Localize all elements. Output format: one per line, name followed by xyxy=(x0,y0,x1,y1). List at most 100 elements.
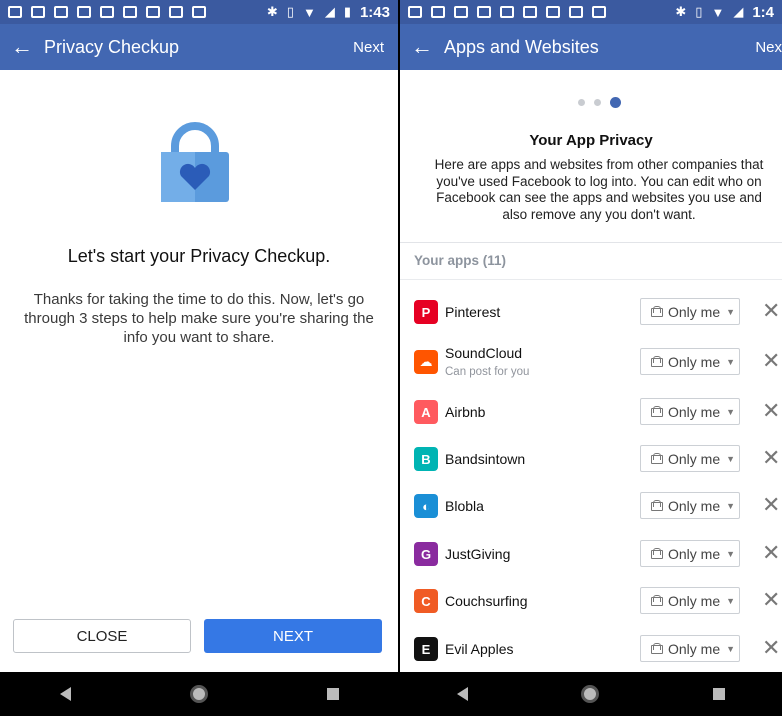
app-row: C Couchsurfing Only me ▼ ✕ xyxy=(400,578,782,625)
audience-selector[interactable]: Only me ▼ xyxy=(640,587,740,614)
chevron-down-icon: ▼ xyxy=(726,500,736,511)
lock-icon xyxy=(651,306,663,317)
arrow-left-icon[interactable]: ← xyxy=(0,34,44,60)
accessibility-icon xyxy=(592,6,606,18)
nav-home-icon[interactable] xyxy=(189,685,208,703)
nav-home-icon[interactable] xyxy=(581,685,600,703)
audience-selector[interactable]: Only me ▼ xyxy=(640,398,740,425)
status-bar: ✱ ▯ ▼ ◢ 1:4 xyxy=(400,0,782,24)
app-permission-note: Can post for you xyxy=(445,366,530,378)
audience-selector[interactable]: Only me ▼ xyxy=(640,298,740,325)
section-description: Here are apps and websites from other co… xyxy=(434,157,764,222)
next-link[interactable]: Next xyxy=(353,39,398,56)
wifi-icon: ▼ xyxy=(711,4,725,20)
vibrate-icon: ▯ xyxy=(695,4,703,19)
system-nav-bar xyxy=(400,672,782,716)
chevron-down-icon: ▼ xyxy=(726,453,736,464)
image-icon xyxy=(54,6,68,18)
audience-label: Only me xyxy=(668,450,721,467)
progress-dot xyxy=(578,99,585,106)
close-icon[interactable]: ✕ xyxy=(762,542,780,564)
app-row: G JustGiving Only me ▼ ✕ xyxy=(400,531,782,578)
next-button[interactable]: NEXT xyxy=(204,619,382,653)
close-icon[interactable]: ✕ xyxy=(762,494,780,516)
bluetooth-icon: ✱ xyxy=(266,4,278,19)
lock-icon xyxy=(161,122,229,202)
app-logo-icon: ◐ xyxy=(414,494,438,518)
privacy-checkup-screen: ✱ ▯ ▼ ◢ ▮ 1:43 ← Privacy Checkup Next Le… xyxy=(0,0,398,716)
app-name: Airbnb xyxy=(445,404,486,420)
chevron-down-icon: ▼ xyxy=(726,643,736,654)
close-button[interactable]: CLOSE xyxy=(13,619,191,653)
app-logo-icon: ☁ xyxy=(414,350,438,374)
nav-back-icon[interactable] xyxy=(59,687,71,701)
settings-icon xyxy=(569,6,583,18)
system-nav-bar xyxy=(0,672,398,716)
chevron-down-icon: ▼ xyxy=(726,306,736,317)
app-logo-icon: P xyxy=(414,300,438,324)
app-name: Blobla xyxy=(445,498,484,514)
progress-dots xyxy=(578,97,621,108)
signal-icon: ◢ xyxy=(733,4,744,19)
app-logo-icon: G xyxy=(414,542,438,566)
lock-icon xyxy=(651,453,663,464)
section-title: Your App Privacy xyxy=(529,132,653,149)
divider xyxy=(400,279,782,280)
close-icon[interactable]: ✕ xyxy=(762,350,780,372)
app-name: SoundCloud xyxy=(445,345,523,361)
audience-selector[interactable]: Only me ▼ xyxy=(640,492,740,519)
nav-back-icon[interactable] xyxy=(456,687,468,701)
arrow-left-icon[interactable]: ← xyxy=(400,34,444,60)
status-time: 1:43 xyxy=(359,3,390,21)
chevron-down-icon: ▼ xyxy=(726,356,736,367)
audience-selector[interactable]: Only me ▼ xyxy=(640,348,740,375)
bluetooth-icon: ✱ xyxy=(675,4,687,19)
chevron-down-icon: ▼ xyxy=(726,406,736,417)
progress-dot-active xyxy=(610,97,621,108)
status-time: 1:4 xyxy=(752,3,774,21)
chevron-down-icon: ▼ xyxy=(726,595,736,606)
intro-text: Thanks for taking the time to do this. N… xyxy=(24,291,374,346)
lock-icon xyxy=(651,500,663,511)
audience-selector[interactable]: Only me ▼ xyxy=(640,445,740,472)
app-bar: ← Privacy Checkup Next xyxy=(0,24,398,70)
apps-count-label: Your apps (11) xyxy=(414,253,507,268)
feather-icon xyxy=(77,6,91,18)
close-icon[interactable]: ✕ xyxy=(762,447,780,469)
heading: Let's start your Privacy Checkup. xyxy=(67,246,331,266)
close-icon[interactable]: ✕ xyxy=(762,400,780,422)
audience-selector[interactable]: Only me ▼ xyxy=(640,540,740,567)
app-name: JustGiving xyxy=(445,546,511,562)
audience-label: Only me xyxy=(668,640,721,657)
message-icon xyxy=(8,6,22,18)
app-row: ◐ Blobla Only me ▼ ✕ xyxy=(400,483,782,530)
divider xyxy=(400,242,782,243)
close-icon[interactable]: ✕ xyxy=(762,589,780,611)
next-link[interactable]: Nex xyxy=(755,39,782,56)
lock-icon xyxy=(651,595,663,606)
app-name: Pinterest xyxy=(445,304,501,320)
app-row: A Airbnb Only me ▼ ✕ xyxy=(400,389,782,436)
battery-icon: ▮ xyxy=(343,4,351,19)
lock-icon xyxy=(651,548,663,559)
audience-selector[interactable]: Only me ▼ xyxy=(640,635,740,662)
app-name: Couchsurfing xyxy=(445,593,528,609)
lock-icon xyxy=(651,643,663,654)
app-row: P Pinterest Only me ▼ ✕ xyxy=(400,289,782,336)
notification-icons xyxy=(408,6,606,18)
image-icon xyxy=(500,6,514,18)
audience-label: Only me xyxy=(668,592,721,609)
image-icon xyxy=(454,6,468,18)
app-row: ☁ SoundCloud Can post for you Only me ▼ ✕ xyxy=(400,339,782,386)
app-name: Bandsintown xyxy=(445,451,526,467)
audience-label: Only me xyxy=(668,497,721,514)
status-bar: ✱ ▯ ▼ ◢ ▮ 1:43 xyxy=(0,0,398,24)
nav-recents-icon[interactable] xyxy=(326,688,339,700)
audience-label: Only me xyxy=(668,403,721,420)
close-icon[interactable]: ✕ xyxy=(762,637,780,659)
nav-recents-icon[interactable] xyxy=(713,688,726,700)
close-icon[interactable]: ✕ xyxy=(762,300,780,322)
settings-icon xyxy=(169,6,183,18)
progress-dot xyxy=(594,99,601,106)
message-icon xyxy=(408,6,422,18)
